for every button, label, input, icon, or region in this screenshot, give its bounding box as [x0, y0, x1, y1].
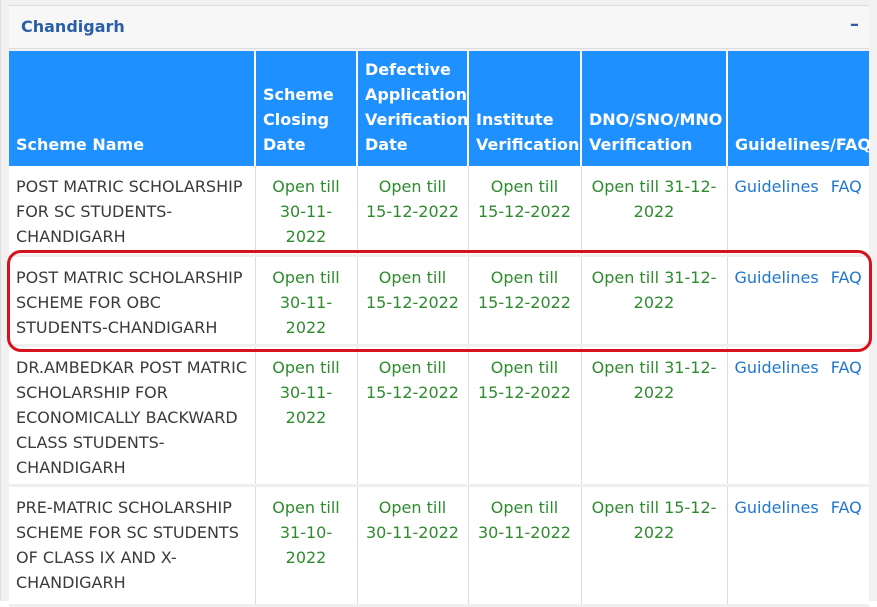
schemes-table: Scheme Name Scheme Closing Date Defectiv…: [9, 51, 871, 607]
header-guidelines-faq: Guidelines/FAQ: [727, 51, 871, 166]
faq-link[interactable]: FAQ: [831, 358, 862, 377]
scheme-name-cell: POST MATRIC SCHOLARSHIP SCHEME FOR OBC S…: [9, 255, 256, 347]
collapse-icon[interactable]: –: [850, 14, 859, 35]
guidelines-link[interactable]: Guidelines: [735, 268, 819, 287]
header-institute-verification: Institute Verification: [468, 51, 582, 166]
faq-link[interactable]: FAQ: [831, 268, 862, 287]
header-scheme-name: Scheme Name: [9, 51, 256, 166]
table-row: POST MATRIC SCHOLARSHIP SCHEME FOR OBC S…: [9, 255, 869, 347]
header-defective-verification: Defective Application Verification Date: [357, 51, 469, 166]
institute-date-cell: Open till 15-12-2022: [468, 345, 582, 487]
header-closing-date: Scheme Closing Date: [255, 51, 358, 166]
panel-title: Chandigarh: [21, 17, 125, 36]
dno-date-cell: Open till 15-12-2022: [581, 485, 728, 607]
links-cell: Guidelines FAQ: [727, 345, 869, 487]
defective-date-cell: Open till 15-12-2022: [357, 166, 469, 257]
table-row: POST MATRIC SCHOLARSHIP FOR SC STUDENTS-…: [9, 166, 869, 257]
dno-date-cell: Open till 31-12-2022: [581, 345, 728, 487]
institute-date-cell: Open till 15-12-2022: [468, 166, 582, 257]
faq-link[interactable]: FAQ: [831, 498, 862, 517]
closing-date-cell: Open till 30-11-2022: [255, 345, 358, 487]
closing-date-cell: Open till 30-11-2022: [255, 255, 358, 347]
guidelines-link[interactable]: Guidelines: [735, 498, 819, 517]
defective-date-cell: Open till 15-12-2022: [357, 345, 469, 487]
faq-link[interactable]: FAQ: [831, 177, 862, 196]
dno-date-cell: Open till 31-12-2022: [581, 166, 728, 257]
table-header-row: Scheme Name Scheme Closing Date Defectiv…: [9, 51, 871, 166]
guidelines-link[interactable]: Guidelines: [735, 177, 819, 196]
scheme-name-cell: DR.AMBEDKAR POST MATRIC SCHOLARSHIP FOR …: [9, 345, 256, 487]
institute-date-cell: Open till 15-12-2022: [468, 255, 582, 347]
closing-date-cell: Open till 31-10-2022: [255, 485, 358, 607]
header-dno-verification: DNO/SNO/MNO Verification: [581, 51, 728, 166]
links-cell: Guidelines FAQ: [727, 166, 869, 257]
institute-date-cell: Open till 30-11-2022: [468, 485, 582, 607]
defective-date-cell: Open till 15-12-2022: [357, 255, 469, 347]
links-cell: Guidelines FAQ: [727, 485, 869, 607]
dno-date-cell: Open till 31-12-2022: [581, 255, 728, 347]
table-row: DR.AMBEDKAR POST MATRIC SCHOLARSHIP FOR …: [9, 345, 869, 487]
guidelines-link[interactable]: Guidelines: [735, 358, 819, 377]
scheme-name-cell: PRE-MATRIC SCHOLARSHIP SCHEME FOR SC STU…: [9, 485, 256, 607]
state-panel: Chandigarh – Scheme Name Scheme Closing …: [0, 0, 877, 607]
scheme-name-cell: POST MATRIC SCHOLARSHIP FOR SC STUDENTS-…: [9, 166, 256, 257]
closing-date-cell: Open till 30-11-2022: [255, 166, 358, 257]
links-cell: Guidelines FAQ: [727, 255, 869, 347]
defective-date-cell: Open till 30-11-2022: [357, 485, 469, 607]
panel-header[interactable]: Chandigarh –: [9, 5, 869, 49]
table-row: PRE-MATRIC SCHOLARSHIP SCHEME FOR SC STU…: [9, 485, 869, 607]
